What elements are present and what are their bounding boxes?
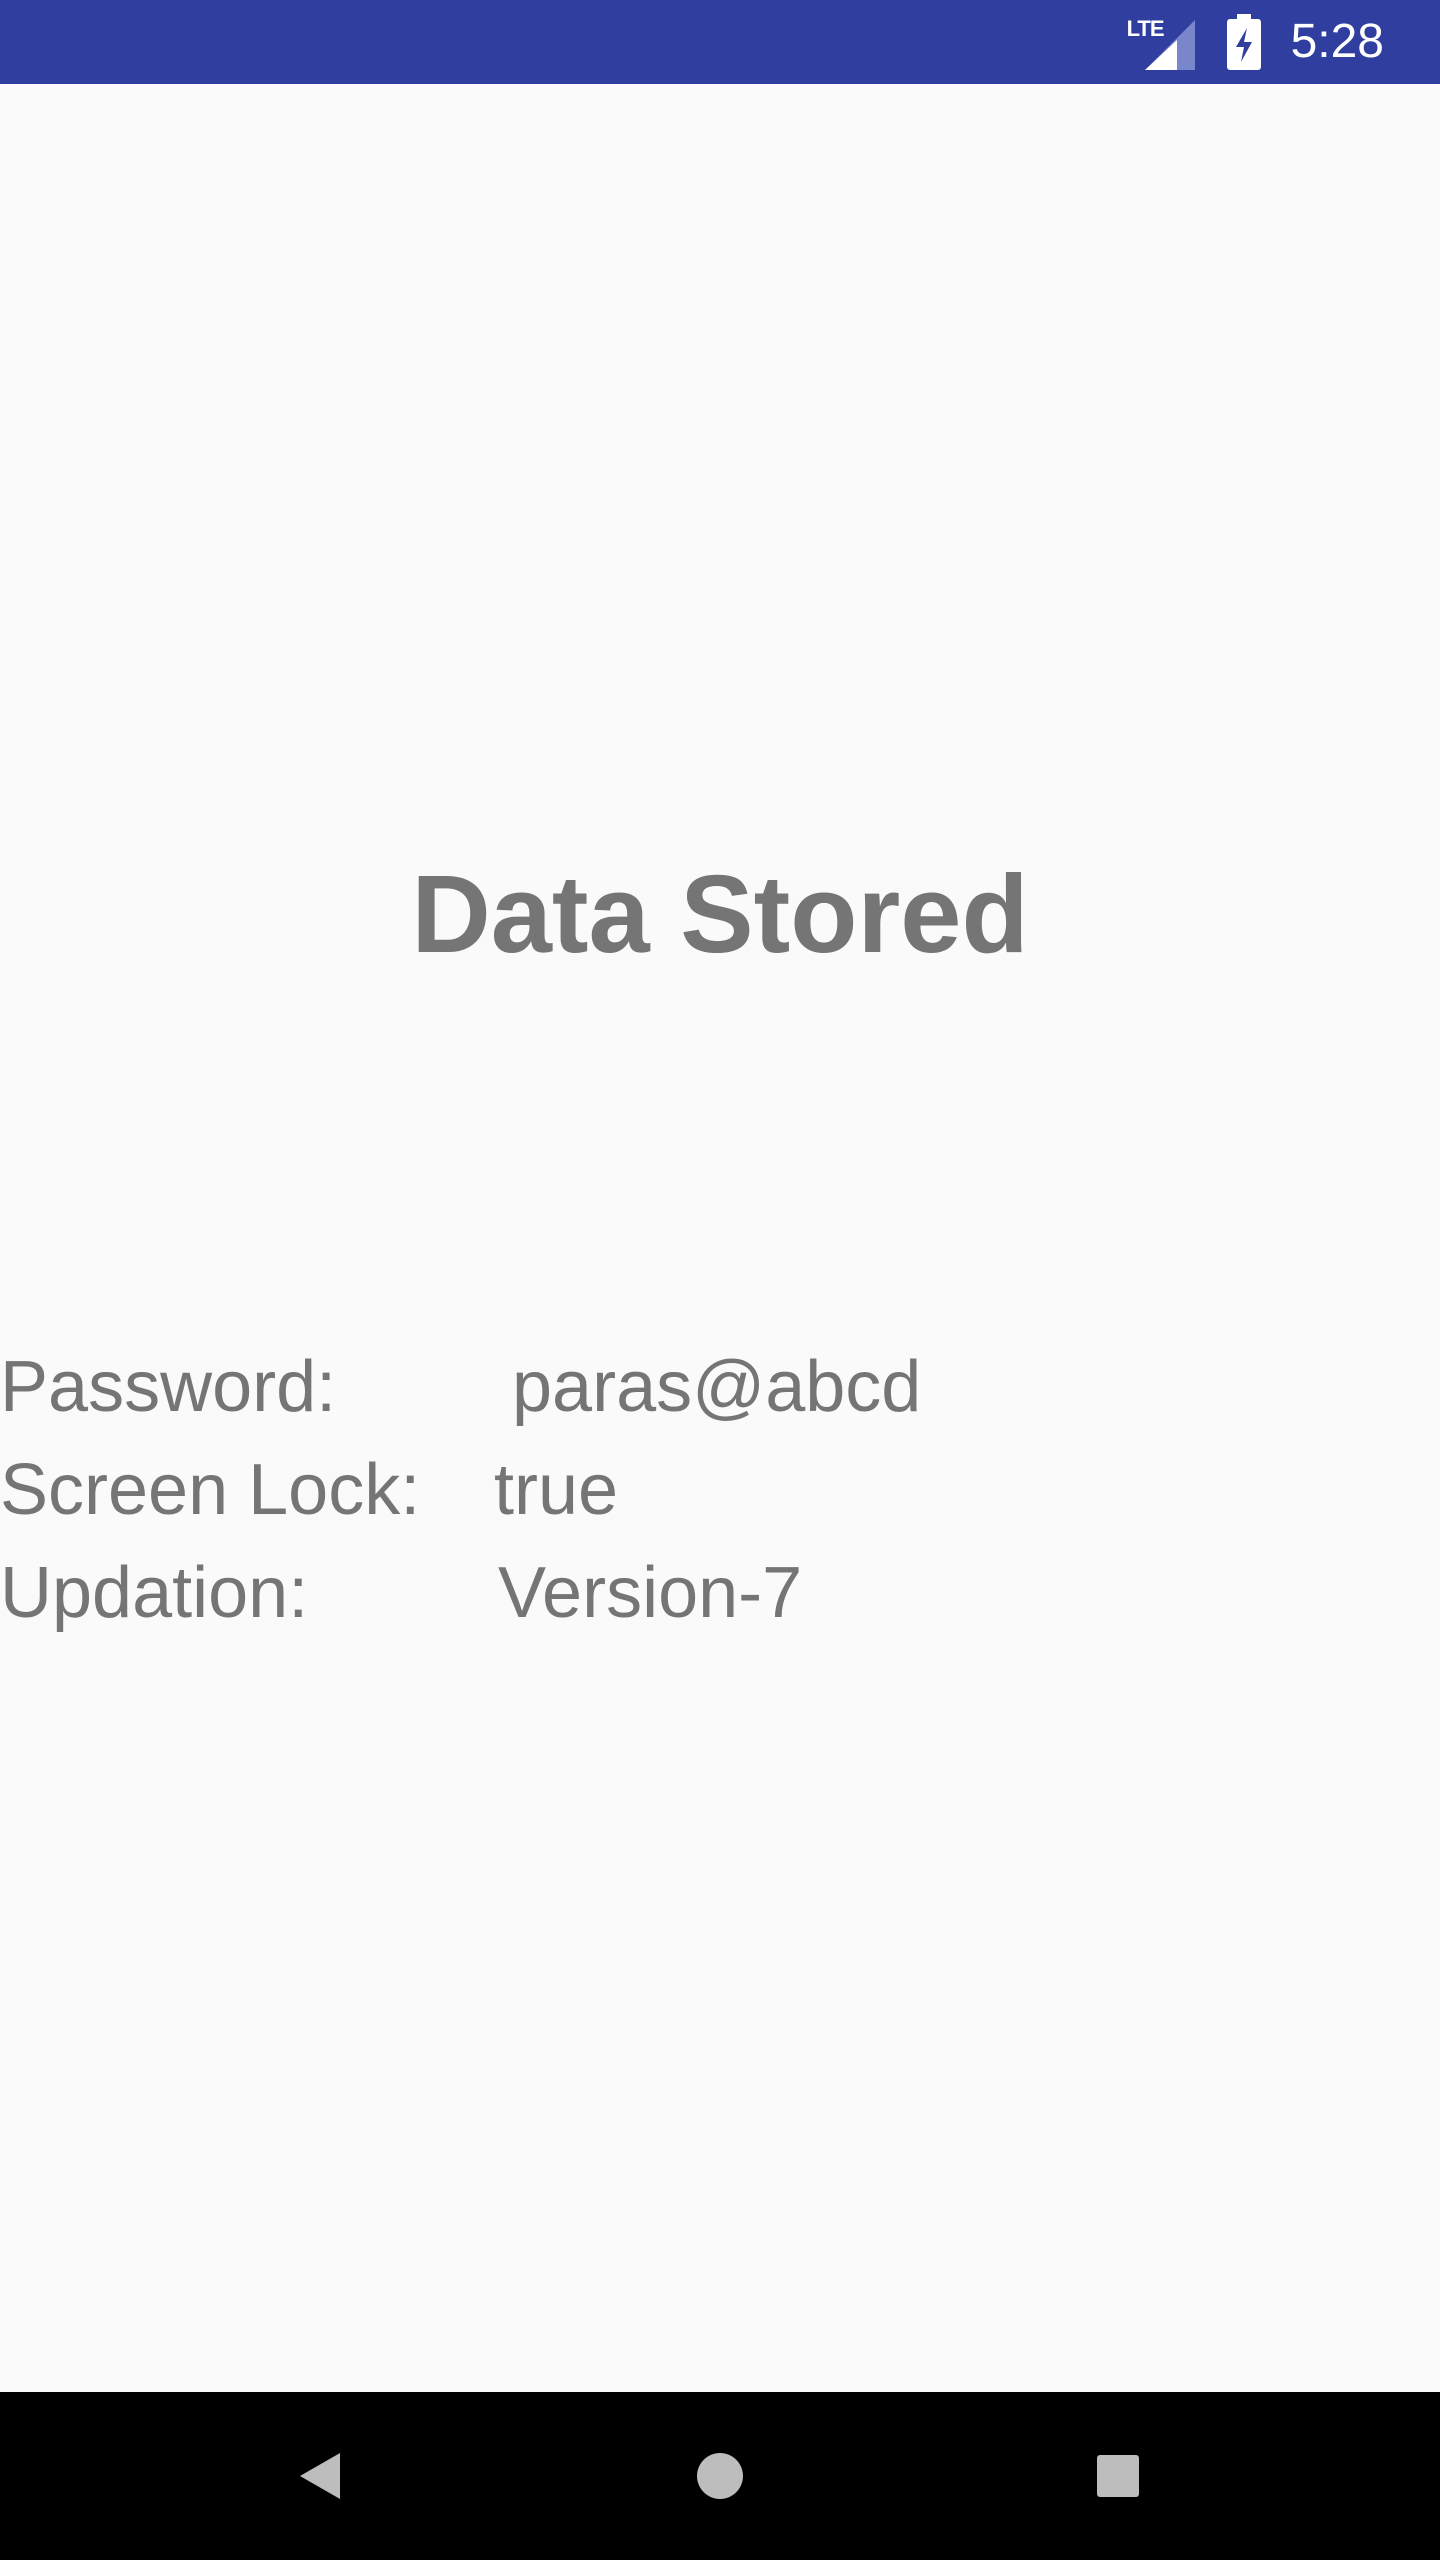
screen-lock-label: Screen Lock: — [0, 1450, 421, 1530]
password-value: paras@abcd — [512, 1347, 922, 1427]
updation-label: Updation: — [0, 1553, 309, 1633]
password-label: Password: — [0, 1347, 337, 1427]
home-circle-icon — [697, 2453, 743, 2499]
status-clock: 5:28 — [1290, 15, 1384, 68]
status-bar: LTE 5:28 — [0, 0, 1440, 84]
page-title: Data Stored — [411, 853, 1029, 976]
recent-apps-button[interactable] — [1068, 2426, 1168, 2526]
home-button[interactable] — [670, 2426, 770, 2526]
navigation-bar — [0, 2392, 1440, 2560]
cell-signal-icon: LTE — [1127, 12, 1197, 72]
back-button[interactable] — [270, 2426, 370, 2526]
back-triangle-icon — [300, 2453, 340, 2499]
recent-square-icon — [1097, 2455, 1139, 2497]
status-icons: LTE 5:28 — [1127, 0, 1384, 84]
screen-lock-value: true — [494, 1450, 619, 1530]
battery-charging-icon — [1226, 14, 1261, 70]
updation-value: Version-7 — [498, 1553, 803, 1633]
app-screen: LTE 5:28 Data Stored Password: paras@abc… — [0, 0, 1440, 2560]
